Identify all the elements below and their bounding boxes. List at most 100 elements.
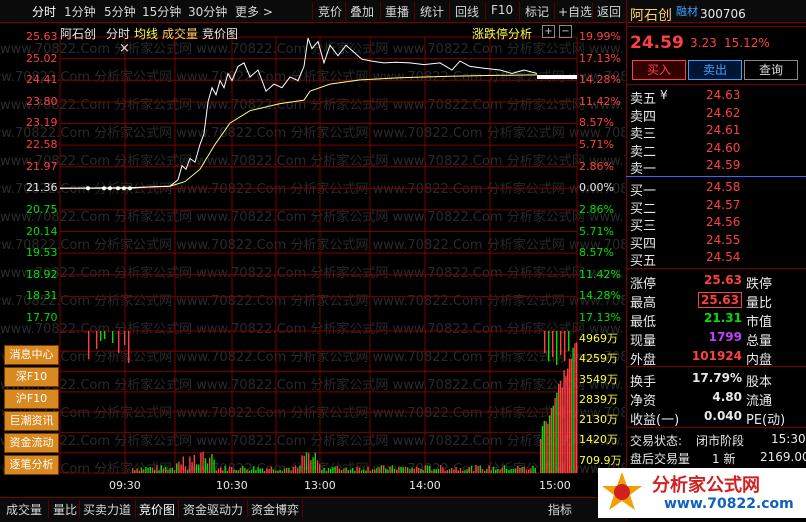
pct-tick-label: 11.42% <box>579 267 621 281</box>
query-button[interactable]: 查询 <box>744 60 798 80</box>
logo-url: www.70822.com <box>664 496 794 512</box>
volume-bar <box>519 467 521 473</box>
volume-bar <box>567 368 569 473</box>
tab-5min[interactable]: 5分钟 <box>104 3 136 20</box>
volume-bar <box>145 467 147 473</box>
price-tick-label: 25.02 <box>26 51 58 65</box>
volume-bar <box>156 465 158 473</box>
volume-bar <box>457 470 459 473</box>
volume-bar <box>389 466 391 473</box>
volume-bar <box>561 387 563 473</box>
bottom-tab-fund-drive[interactable]: 资金驱动力 <box>183 501 243 518</box>
volume-bar <box>124 331 126 345</box>
tab-biaoji[interactable]: 标记 <box>525 3 549 20</box>
minus-icon[interactable]: − <box>559 25 572 38</box>
tab-huixian[interactable]: 回线 <box>455 3 479 20</box>
volume-bar <box>429 465 431 473</box>
volume-bar <box>547 423 549 473</box>
watermark-text: www.70822.Com 分析家公式网 www.70822.Com 分析家公式… <box>0 41 625 57</box>
tab-diejia[interactable]: 叠加 <box>350 3 374 20</box>
tick-analysis-button[interactable]: 逐笔分析 <box>4 455 59 475</box>
bottom-tab-fund-game[interactable]: 资金博弈 <box>251 501 299 518</box>
tab-chongbo[interactable]: 重播 <box>385 3 409 20</box>
volume-bar <box>281 470 283 473</box>
volume-tick-label: 3549万 <box>579 372 618 386</box>
tab-add-watchlist[interactable]: +自选 <box>558 3 592 20</box>
tab-f10[interactable]: F10 <box>491 3 513 17</box>
bid-level-price: 24.57 <box>706 197 741 212</box>
volume-bar <box>497 469 499 473</box>
limit-analysis-link[interactable]: 涨跌停分析 <box>472 25 532 42</box>
after-hours-value: 1 新 <box>712 452 736 466</box>
volume-bar <box>215 470 217 473</box>
volume-bar <box>182 456 184 473</box>
plus-icon[interactable]: + <box>542 25 555 38</box>
close-icon[interactable]: × <box>119 41 130 56</box>
ask-level-label: 卖三 <box>630 127 657 143</box>
volume-bar <box>560 331 562 355</box>
volume-bar <box>371 469 374 473</box>
volume-bar <box>104 331 106 339</box>
tab-30min[interactable]: 30分钟 <box>188 3 227 20</box>
tab-jingjia[interactable]: 竞价 <box>318 3 342 20</box>
pct-tick-label: 17.13% <box>579 51 621 65</box>
volume-bar <box>233 469 235 473</box>
tab-1min[interactable]: 1分钟 <box>64 3 96 20</box>
volume-bar <box>486 468 488 473</box>
volume-bar <box>501 467 503 473</box>
shanghai-f10-button[interactable]: 沪F10 <box>4 389 59 409</box>
watermark-text: www.70822.Com 分析家公式网 www.70822.Com 分析家公式… <box>0 209 625 225</box>
ask-level-label: 卖二 <box>630 144 657 160</box>
tab-15min[interactable]: 15分钟 <box>142 3 181 20</box>
volume-bar <box>545 421 547 473</box>
volume-bar <box>158 470 160 473</box>
volume-bar <box>259 468 261 473</box>
volume-bar <box>517 466 519 473</box>
volume-bar <box>222 470 224 473</box>
sell-button[interactable]: 卖出 <box>688 60 742 80</box>
bottom-indicator-tabs: 成交量 量比 买卖力道 竞价图 资金驱动力 资金博弈 指标 <box>0 497 625 522</box>
volume-bar <box>191 462 193 473</box>
volume-bar <box>189 456 191 473</box>
volume-bar <box>250 469 253 473</box>
bottom-tab-auction[interactable]: 竞价图 <box>139 501 175 518</box>
volume-bar <box>242 465 244 473</box>
watermark-text: www.70822.Com 分析家公式网 www.70822.Com 分析家公式… <box>0 181 625 197</box>
pct-tick-label: 5.71% <box>579 138 614 152</box>
volume-bar <box>442 467 444 473</box>
volume-bar <box>184 466 187 473</box>
price-dot <box>102 186 106 191</box>
bottom-tab-volume[interactable]: 成交量 <box>6 501 42 518</box>
volume-bar <box>211 454 213 473</box>
volume-bar <box>128 331 130 363</box>
fund-flow-button[interactable]: 资金流动 <box>4 433 59 453</box>
volume-bar <box>550 407 553 473</box>
price-tick-label: 23.80 <box>26 94 58 108</box>
stat-value: 25.63 <box>704 273 742 287</box>
tab-more[interactable]: 更多 > <box>235 3 273 20</box>
volume-bar <box>444 470 446 473</box>
ask-level-price: 24.62 <box>706 105 741 120</box>
price-dot <box>128 186 132 191</box>
volume-bar <box>512 469 514 473</box>
bottom-tab-buy-sell-force[interactable]: 买卖力道 <box>83 501 131 518</box>
volume-bar <box>187 469 189 473</box>
cninfo-button[interactable]: 巨潮资讯 <box>4 411 59 431</box>
shenzhen-f10-button[interactable]: 深F10 <box>4 367 59 387</box>
intraday-chart[interactable]: www.70822.Com 分析家公式网 www.70822.Com 分析家公式… <box>0 23 625 498</box>
news-center-button[interactable]: 消息中心 <box>4 345 59 365</box>
pct-tick-label: 2.86% <box>579 159 614 173</box>
volume-bar <box>193 454 195 473</box>
ask-level-label: 卖一 <box>630 162 657 178</box>
indicator-button[interactable]: 指标 <box>548 501 572 518</box>
volume-tick-label: 4969万 <box>579 332 618 345</box>
price-tick-label: 17.70 <box>26 311 58 324</box>
buy-button[interactable]: 买入 <box>632 60 686 80</box>
tab-fenshi[interactable]: 分时 <box>32 3 56 20</box>
volume-bar <box>272 469 275 473</box>
stat-value: 0.040 <box>704 409 742 423</box>
bottom-tab-volume-ratio[interactable]: 量比 <box>53 501 77 518</box>
tab-tongji[interactable]: 统计 <box>420 3 444 20</box>
tab-back[interactable]: 返回 <box>597 3 621 20</box>
watermark-text: www.70822.Com 分析家公式网 www.70822.Com 分析家公式… <box>0 377 625 393</box>
